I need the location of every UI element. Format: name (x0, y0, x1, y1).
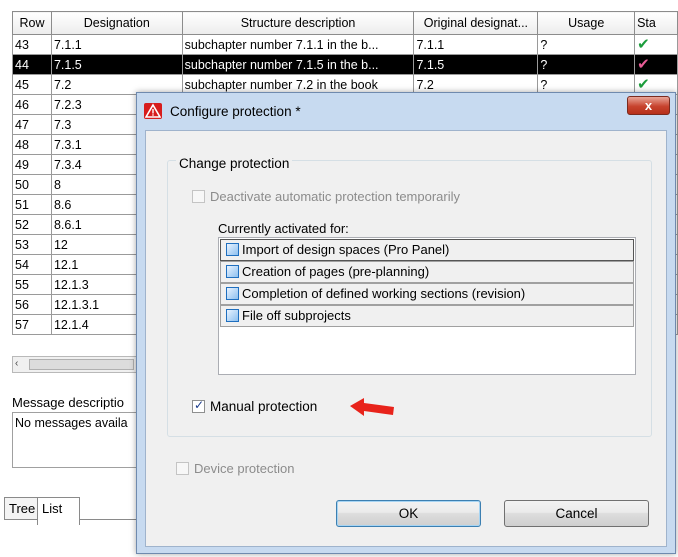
column-header-designation[interactable]: Designation (50, 11, 183, 35)
deactivate-protection-checkbox[interactable] (192, 190, 205, 204)
row-number-cell[interactable]: 57 (12, 314, 52, 335)
original-designation-cell[interactable]: 7.1.1 (413, 34, 539, 55)
row-number-cell[interactable]: 50 (12, 174, 52, 195)
deactivate-protection-label: Deactivate automatic protection temporar… (210, 189, 461, 205)
list-item-checkbox[interactable] (226, 243, 239, 256)
list-item-label: Import of design spaces (Pro Panel) (242, 242, 450, 257)
close-button[interactable]: x (627, 96, 670, 115)
manual-protection-checkbox[interactable] (192, 398, 205, 413)
row-number-cell[interactable]: 45 (12, 74, 52, 95)
designation-cell[interactable]: 7.1.5 (50, 54, 183, 75)
row-number-cell[interactable]: 49 (12, 154, 52, 175)
configure-protection-dialog: Configure protection * x Change protecti… (136, 92, 676, 554)
manual-protection-row: Manual protection (192, 398, 317, 414)
designation-cell[interactable]: 7.1.1 (50, 34, 183, 55)
usage-cell[interactable]: ? (537, 54, 636, 75)
horizontal-scrollbar[interactable]: ‹ (12, 356, 137, 373)
scrollbar-thumb[interactable] (29, 359, 134, 370)
row-number-cell[interactable]: 53 (12, 234, 52, 255)
list-item-label: Creation of pages (pre-planning) (242, 264, 430, 279)
message-description-label: Message descriptio (12, 395, 124, 410)
checkmark-icon: ✔ (637, 76, 650, 93)
device-protection-row: Device protection (176, 460, 294, 476)
row-number-cell[interactable]: 44 (12, 54, 52, 75)
dialog-title: Configure protection * (170, 104, 301, 119)
row-number-cell[interactable]: 43 (12, 34, 52, 55)
device-protection-label: Device protection (194, 461, 295, 477)
scroll-left-arrow-icon[interactable]: ‹ (15, 358, 18, 369)
warning-icon (144, 103, 162, 119)
list-item-checkbox[interactable] (226, 309, 239, 322)
row-number-cell[interactable]: 46 (12, 94, 52, 115)
group-title: Change protection (176, 156, 293, 171)
manual-protection-label: Manual protection (210, 398, 318, 414)
deactivate-protection-row: Deactivate automatic protection temporar… (192, 188, 460, 204)
list-item-label: File off subprojects (242, 308, 351, 323)
tab-strip-divider (80, 519, 140, 520)
tab-tree[interactable]: Tree (4, 497, 38, 520)
list-item-label: Completion of defined working sections (… (242, 286, 526, 301)
list-item[interactable]: Creation of pages (pre-planning) (220, 261, 634, 283)
currently-activated-label: Currently activated for: (218, 221, 349, 236)
status-cell[interactable]: ✔ (634, 54, 678, 75)
list-item[interactable]: File off subprojects (220, 305, 634, 327)
row-number-cell[interactable]: 48 (12, 134, 52, 155)
column-header-original-designation[interactable]: Original designat... (413, 11, 539, 35)
message-box: No messages availa (12, 412, 140, 468)
activated-for-list[interactable]: Import of design spaces (Pro Panel) Crea… (218, 237, 636, 375)
row-number-cell[interactable]: 52 (12, 214, 52, 235)
row-number-cell[interactable]: 54 (12, 254, 52, 275)
table-row[interactable]: 44 7.1.5 subchapter number 7.1.5 in the b.… (12, 54, 678, 75)
cancel-button[interactable]: Cancel (504, 500, 649, 527)
row-number-cell[interactable]: 51 (12, 194, 52, 215)
row-number-cell[interactable]: 47 (12, 114, 52, 135)
checkmark-icon: ✔ (637, 56, 650, 73)
dialog-body: Change protection Deactivate automatic p… (145, 130, 667, 547)
tab-list[interactable]: List (37, 497, 80, 525)
usage-cell[interactable]: ? (537, 34, 636, 55)
dialog-titlebar[interactable]: Configure protection * x (137, 93, 675, 129)
table-header-row: Row Designation Structure description Or… (12, 11, 678, 35)
list-item-checkbox[interactable] (226, 287, 239, 300)
ok-button[interactable]: OK (336, 500, 481, 527)
original-designation-cell[interactable]: 7.1.5 (413, 54, 539, 75)
column-header-row[interactable]: Row (12, 11, 52, 35)
column-header-structure-description[interactable]: Structure description (181, 11, 415, 35)
list-item[interactable]: Import of design spaces (Pro Panel) (220, 239, 634, 261)
column-header-usage[interactable]: Usage (537, 11, 636, 35)
row-number-cell[interactable]: 56 (12, 294, 52, 315)
checkmark-icon: ✔ (637, 36, 650, 53)
column-header-status[interactable]: Sta (634, 11, 678, 35)
device-protection-checkbox[interactable] (176, 462, 189, 476)
table-row[interactable]: 43 7.1.1 subchapter number 7.1.1 in the b.… (12, 34, 678, 55)
structure-description-cell[interactable]: subchapter number 7.1.5 in the b... (181, 54, 415, 75)
status-cell[interactable]: ✔ (634, 34, 678, 55)
row-number-cell[interactable]: 55 (12, 274, 52, 295)
red-arrow-icon (350, 398, 394, 416)
list-item-checkbox[interactable] (226, 265, 239, 278)
list-item[interactable]: Completion of defined working sections (… (220, 283, 634, 305)
structure-description-cell[interactable]: subchapter number 7.1.1 in the b... (181, 34, 415, 55)
